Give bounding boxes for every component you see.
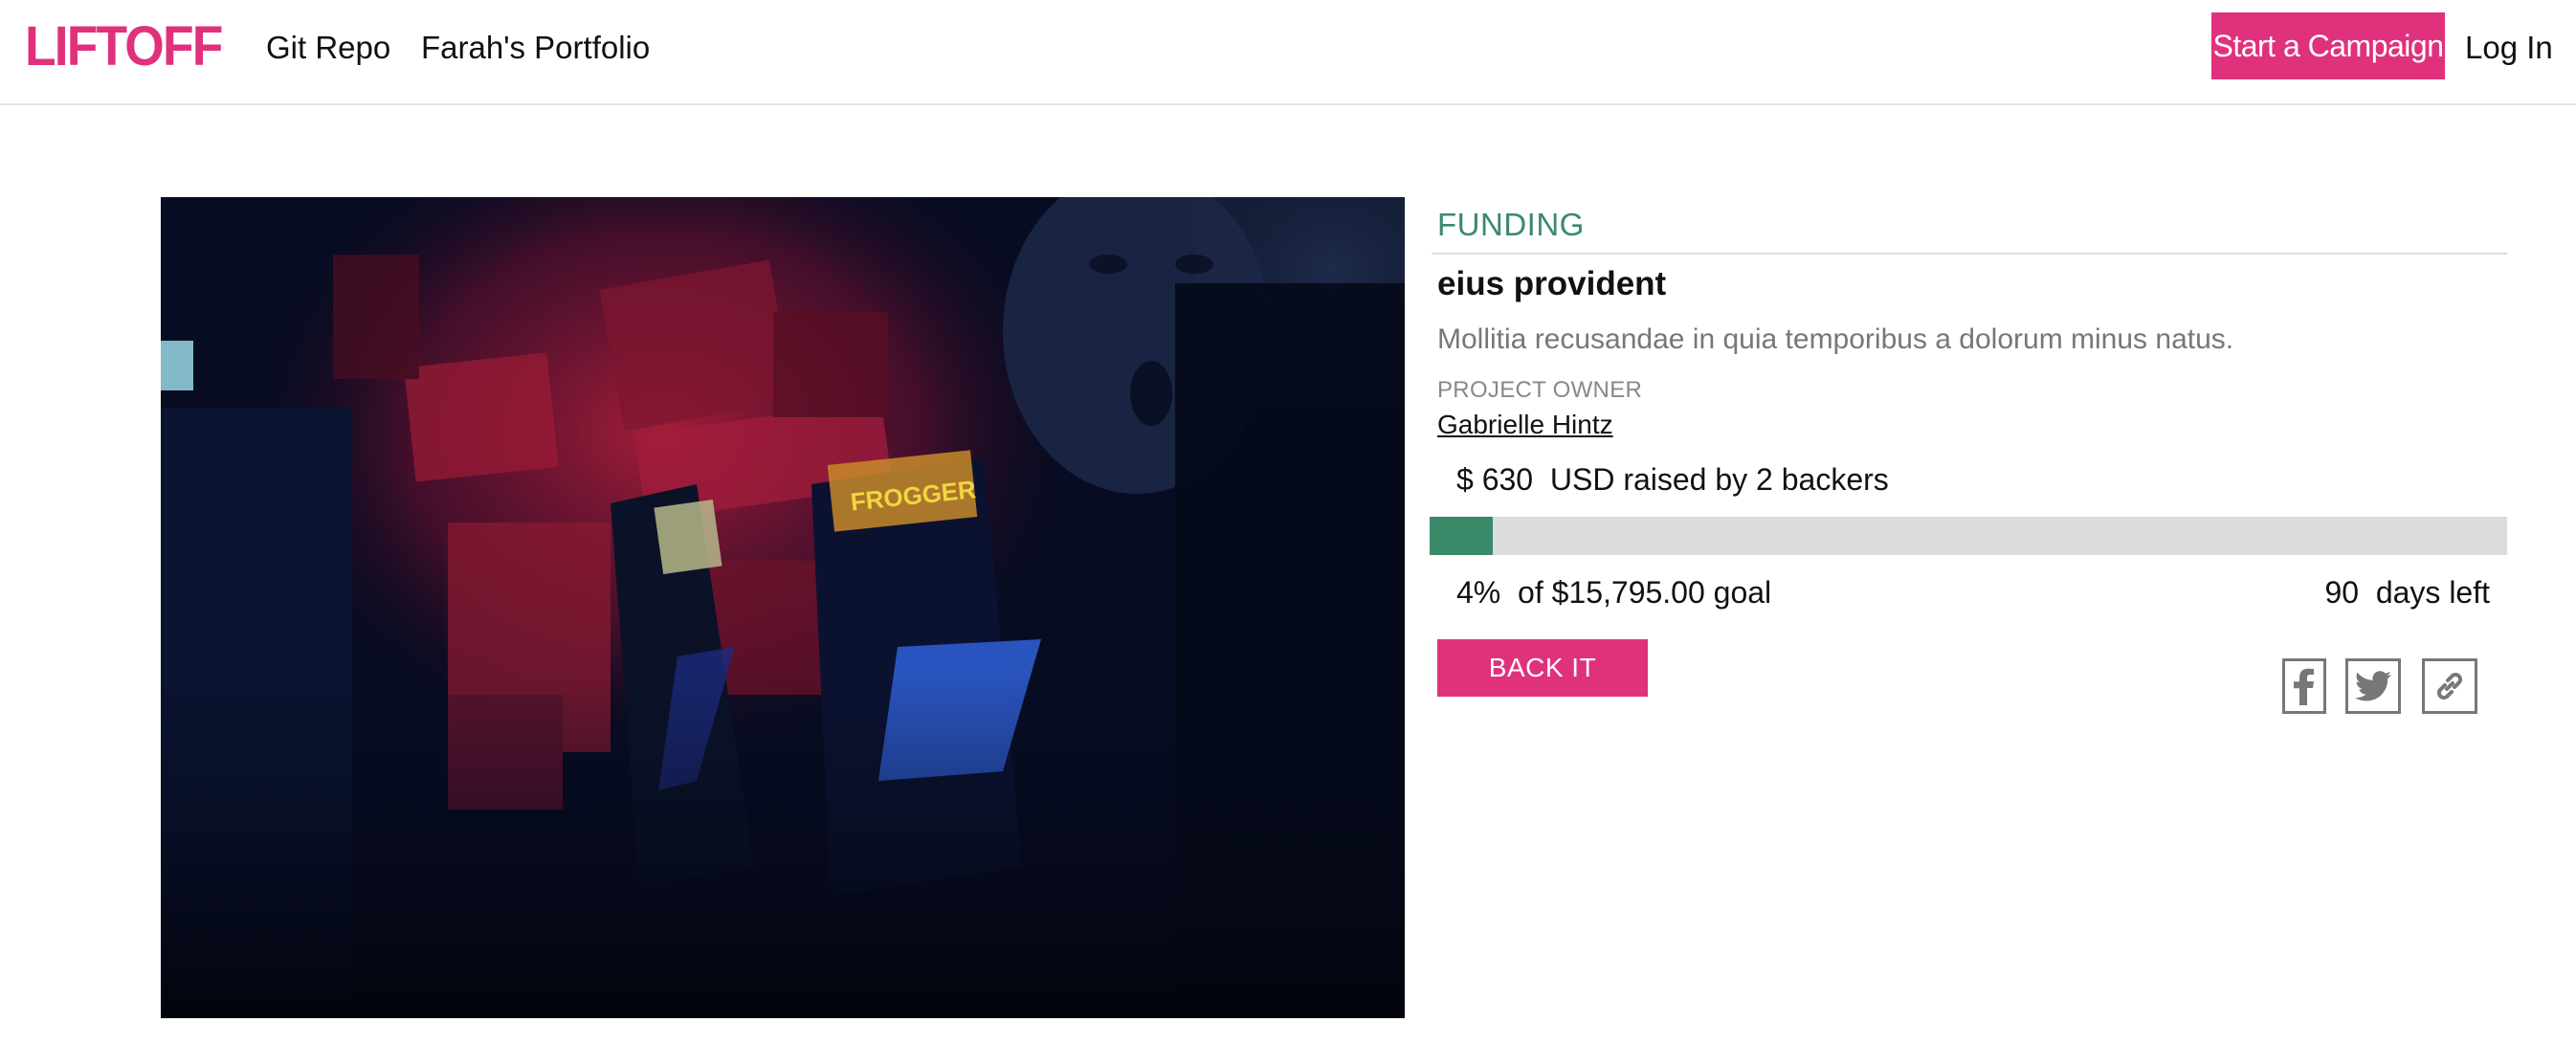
goal-percentage-text: 4% of $15,795.00 goal <box>1456 575 1772 610</box>
project-title: eius provident <box>1437 265 1667 302</box>
project-blurb: Mollitia recusandae in quia temporibus a… <box>1437 323 2234 355</box>
liftoff-logo[interactable]: LIFTOFF <box>25 13 223 80</box>
top-navigation-bar: LIFTOFF Git Repo Farah's Portfolio Start… <box>0 0 2576 105</box>
funding-progress-bar <box>1430 517 2507 555</box>
project-owner-link[interactable]: Gabrielle Hintz <box>1437 410 1613 440</box>
start-campaign-button[interactable]: Start a Campaign <box>2211 12 2445 79</box>
funding-status-label: FUNDING <box>1437 207 1585 242</box>
share-facebook-button[interactable] <box>2282 658 2326 714</box>
nav-git-repo-link[interactable]: Git Repo <box>266 27 390 69</box>
project-hero-image: FROGGER <box>161 197 1405 1018</box>
facebook-icon <box>2294 668 2314 705</box>
share-link-button[interactable] <box>2422 658 2477 714</box>
days-left-text: 90 days left <box>2324 575 2490 610</box>
funding-progress-fill <box>1430 517 1493 555</box>
status-divider <box>1432 253 2507 255</box>
share-twitter-button[interactable] <box>2345 658 2401 714</box>
back-it-button[interactable]: BACK IT <box>1437 639 1648 697</box>
nav-portfolio-link[interactable]: Farah's Portfolio <box>421 27 650 69</box>
twitter-icon <box>2355 671 2391 701</box>
project-owner-label: PROJECT OWNER <box>1437 377 1643 403</box>
login-link[interactable]: Log In <box>2465 27 2553 69</box>
link-icon <box>2437 673 2462 700</box>
amount-raised-text: $ 630 USD raised by 2 backers <box>1456 462 1889 497</box>
